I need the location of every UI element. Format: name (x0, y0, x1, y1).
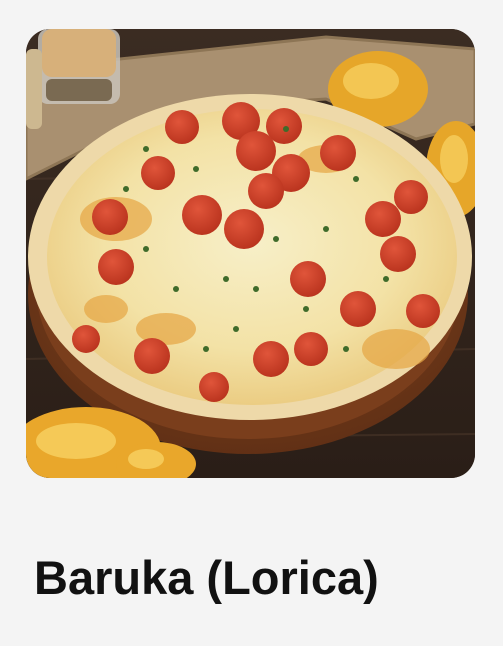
product-card[interactable]: Baruka (Lorica) (0, 0, 503, 646)
pizza-photo-icon (26, 29, 475, 478)
product-title[interactable]: Baruka (Lorica) (34, 548, 379, 608)
product-image[interactable] (26, 29, 475, 478)
